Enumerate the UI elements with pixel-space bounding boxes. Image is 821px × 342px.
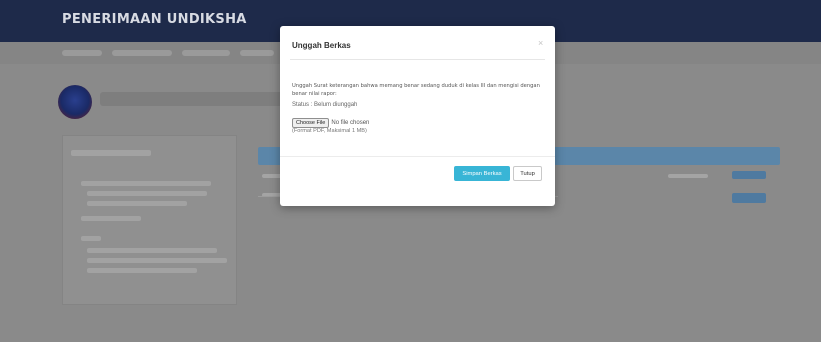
university-logo <box>58 85 92 119</box>
sidebar-line <box>87 258 227 263</box>
row-action-button[interactable] <box>732 171 766 179</box>
brand-title: PENERIMAAN UNDIKSHA <box>62 12 247 27</box>
close-icon[interactable]: × <box>538 38 543 48</box>
nav-item <box>112 50 172 56</box>
nav-item <box>240 50 274 56</box>
sidebar-line <box>87 191 207 196</box>
nav-item <box>182 50 230 56</box>
sidebar-panel <box>62 135 237 305</box>
row-action-button[interactable] <box>732 193 766 203</box>
sidebar-line <box>87 201 187 206</box>
modal-footer-divider <box>280 156 555 157</box>
save-file-button[interactable]: Simpan Berkas <box>454 166 510 181</box>
nav-item <box>62 50 102 56</box>
sidebar-line <box>81 236 101 241</box>
upload-modal: Unggah Berkas × Unggah Surat keterangan … <box>280 26 555 206</box>
close-button[interactable]: Tutup <box>513 166 542 181</box>
sidebar-line <box>87 268 197 273</box>
modal-header-divider <box>290 59 545 60</box>
sidebar-line <box>87 248 217 253</box>
upload-status: Status : Belum diunggah <box>292 102 358 108</box>
file-format-hint: (Format PDF, Maksimal 1 MB) <box>292 128 367 134</box>
modal-title: Unggah Berkas <box>292 41 351 50</box>
sidebar-line <box>81 181 211 186</box>
page-heading-placeholder <box>100 92 290 106</box>
sidebar-line <box>81 216 141 221</box>
choose-file-button[interactable]: Choose File <box>292 118 330 128</box>
file-status-label: No file chosen <box>331 120 370 126</box>
sidebar-line <box>71 150 151 156</box>
upload-description: Unggah Surat keterangan bahwa memang ben… <box>292 83 540 97</box>
table-cell <box>668 174 708 178</box>
file-input[interactable]: Choose File No file chosen <box>292 118 369 128</box>
